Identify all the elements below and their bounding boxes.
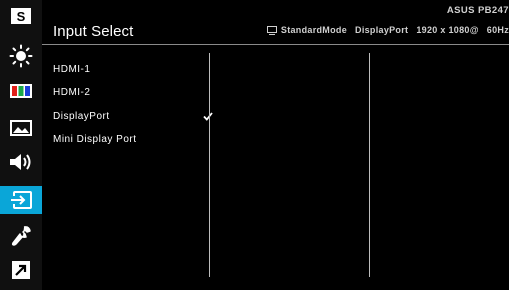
shortcut-icon [12, 261, 30, 279]
menu-item-label: DisplayPort [53, 110, 110, 122]
input-select-menu: HDMI-1 HDMI-2 DisplayPort Mini Display P… [53, 58, 213, 151]
checkmark-icon [203, 112, 213, 121]
page-title: Input Select [53, 23, 134, 40]
panel-divider-1 [209, 53, 210, 277]
sidebar-item-system-setup[interactable] [5, 222, 37, 250]
sun-icon [9, 44, 33, 68]
status-bar: StandardMode DisplayPort 1920 x 1080@ 60… [266, 25, 509, 35]
panel-divider-2 [369, 53, 370, 277]
sidebar-item-color[interactable] [5, 77, 37, 105]
model-name: ASUS PB247 [446, 5, 509, 16]
image-icon [10, 120, 32, 136]
s-logo-icon: S [11, 8, 31, 24]
menu-item-displayport[interactable]: DisplayPort [53, 105, 213, 128]
status-mode: StandardMode [280, 25, 348, 35]
color-bars-icon [10, 84, 32, 98]
menu-item-hdmi-2[interactable]: HDMI-2 [53, 81, 213, 104]
sidebar-item-image[interactable] [5, 114, 37, 142]
speaker-icon [10, 154, 31, 170]
status-input: DisplayPort [355, 25, 409, 35]
sidebar-item-input-select[interactable] [0, 186, 42, 214]
wrench-icon [11, 226, 31, 246]
sidebar-item-shortcut[interactable] [5, 256, 37, 284]
menu-item-label: HDMI-2 [53, 87, 91, 99]
header: Input Select ASUS PB247 StandardMode Dis… [42, 0, 509, 45]
sidebar-item-splendid[interactable]: S [5, 2, 37, 30]
menu-item-label: HDMI-1 [53, 64, 91, 75]
sidebar-item-blue-light[interactable] [5, 42, 37, 70]
monitor-icon [266, 25, 277, 35]
menu-item-label: Mini Display Port [53, 133, 137, 145]
sidebar-item-sound[interactable] [5, 148, 37, 176]
menu-item-mini-display-port[interactable]: Mini Display Port [53, 128, 213, 151]
menu-item-hdmi-1[interactable]: HDMI-1 [53, 58, 213, 81]
svg-text:S: S [17, 9, 26, 24]
input-select-icon [11, 191, 32, 209]
sidebar: S [0, 0, 42, 290]
status-resolution: 1920 x 1080@ [416, 25, 479, 35]
status-refresh: 60Hz [486, 25, 509, 35]
main-panel: Input Select ASUS PB247 StandardMode Dis… [42, 0, 509, 290]
